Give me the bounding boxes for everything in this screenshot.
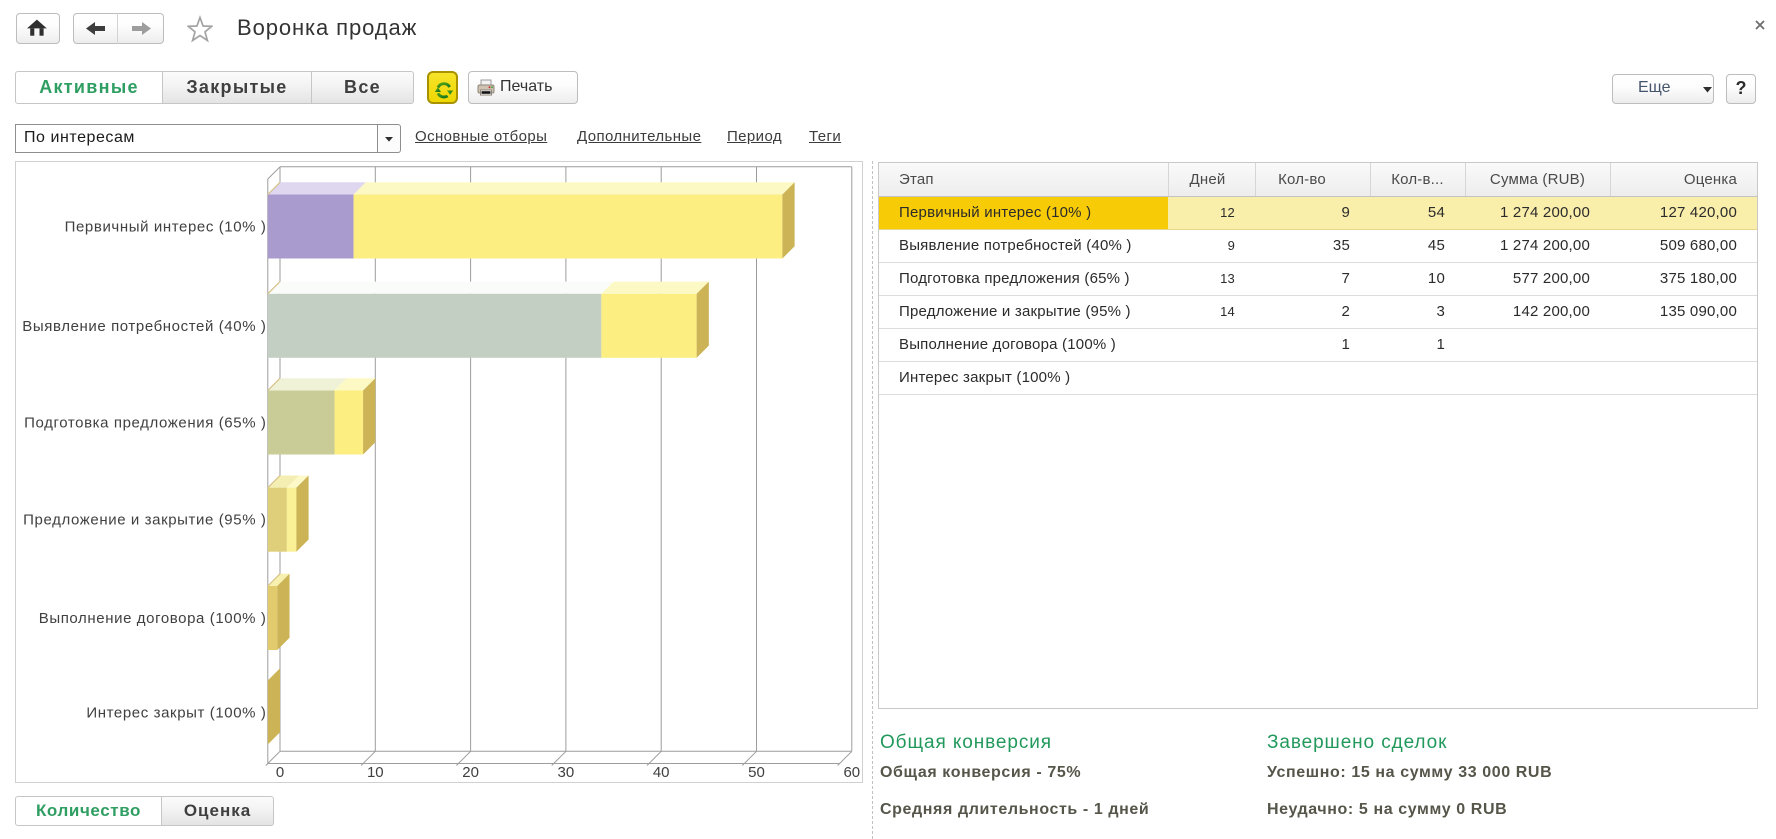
svg-text:Первичный интерес (10% ): Первичный интерес (10% )	[65, 219, 267, 236]
svg-text:60: 60	[843, 764, 860, 781]
svg-text:40: 40	[653, 764, 670, 781]
svg-text:20: 20	[462, 764, 479, 781]
svg-text:30: 30	[558, 764, 575, 781]
svg-text:50: 50	[748, 764, 765, 781]
svg-text:10: 10	[367, 764, 384, 781]
svg-text:Интерес закрыт (100% ): Интерес закрыт (100% )	[86, 705, 266, 722]
svg-text:Выполнение договора (100% ): Выполнение договора (100% )	[39, 610, 267, 627]
svg-text:Предложение и закрытие (95% ): Предложение и закрытие (95% )	[23, 512, 266, 529]
svg-text:Выявление потребностей (40% ): Выявление потребностей (40% )	[22, 318, 266, 335]
svg-text:Подготовка предложения (65% ): Подготовка предложения (65% )	[24, 415, 266, 432]
svg-text:0: 0	[276, 764, 284, 781]
